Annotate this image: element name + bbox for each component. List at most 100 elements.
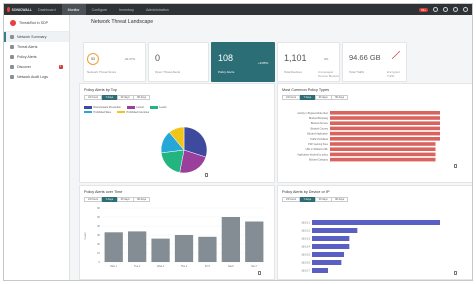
nav-tab-administration[interactable]: Administration <box>140 4 175 15</box>
category-label: 10.0.0.7 <box>301 270 310 273</box>
download-icon[interactable] <box>258 271 261 275</box>
kpi-open-threat-alerts[interactable]: 0 Open Threat Alerts <box>148 42 209 82</box>
settings-icon[interactable] <box>453 7 458 12</box>
product-icon <box>10 20 16 26</box>
bar[interactable] <box>330 157 436 162</box>
category-label: 10.0.0.5 <box>301 254 310 257</box>
pie-slice[interactable] <box>160 149 185 173</box>
category-label: Application blocked by policy <box>297 153 328 156</box>
bar[interactable] <box>330 137 440 141</box>
category-label: 10.0.0.2 <box>301 230 310 233</box>
device-bar-chart: 10.0.0.1 10.0.0.2 10.0.0.3 10.0.0.4 10.0.0.5… <box>301 220 440 273</box>
help-icon[interactable] <box>443 7 448 12</box>
kpi-total-devices[interactable]: 1,101 Total Devices 0% Unmanaged Devices… <box>277 42 340 82</box>
bar[interactable] <box>151 238 170 262</box>
bar[interactable] <box>312 260 342 265</box>
y-tick-label: 10 <box>97 251 100 255</box>
summary-icon <box>10 35 14 39</box>
bar[interactable] <box>312 244 350 249</box>
category-label: Traffic Prohibited <box>310 138 329 141</box>
bar[interactable] <box>174 235 194 262</box>
bar[interactable] <box>128 231 147 262</box>
nav-tab-monitor[interactable]: Monitor <box>61 4 86 15</box>
bar[interactable] <box>245 221 264 263</box>
x-tick-label: Thu 4 <box>181 265 188 268</box>
x-tick-label: Sat 6 <box>228 265 234 268</box>
logs-icon <box>10 75 14 79</box>
kpi-trend: 0% <box>324 57 329 61</box>
kpi-trend: -40.47% <box>124 57 136 61</box>
bar[interactable] <box>312 236 350 241</box>
bar[interactable] <box>312 268 328 273</box>
category-label: P2P, Gaming Sites <box>308 143 329 146</box>
panel-policy-alerts-by-device: Policy Alerts by Device or IP 24 hours 7 … <box>277 185 472 280</box>
alert-count-badge[interactable]: 99+ <box>419 7 428 12</box>
nav-tab-inventory[interactable]: Inventory <box>113 4 140 15</box>
bar[interactable] <box>330 142 436 146</box>
sidebar-item-network-summary[interactable]: Network Summary <box>4 32 69 42</box>
kpi-policy-alerts[interactable]: 108 Policy Alerts +9.85% <box>211 42 275 82</box>
panel-most-common-policy-types: Most Common Policy Types 24 hours 7 days 3… <box>277 83 472 183</box>
sidebar-item-badge: 1 <box>58 65 63 69</box>
bar[interactable] <box>330 111 440 115</box>
sidebar-header-label: Threat/Bot in SDP <box>19 21 48 25</box>
bar[interactable] <box>330 131 440 136</box>
logo-icon <box>7 7 10 12</box>
logo-text: SONICWALL <box>11 7 32 12</box>
bar[interactable] <box>330 121 440 125</box>
nav-tab-configure[interactable]: Configure <box>86 4 114 15</box>
bar[interactable] <box>104 232 123 262</box>
category-label: Blocked Category <box>309 159 329 162</box>
category-label: Blocked Browsing <box>309 117 329 120</box>
time-bar-chart: Count 0 10 20 30 40 50 60 Mon 1 Tue 2 Wed 3 Thu 4 Fr… <box>83 206 266 268</box>
download-icon[interactable] <box>454 164 457 168</box>
sidebar-item-label: Discover <box>17 65 31 69</box>
category-label: 10.0.0.6 <box>301 262 310 265</box>
violations-bar-chart: Activity in Bypass Mode Alert Blocked Bro… <box>297 111 440 162</box>
kpi-total-traffic[interactable]: 94.66 GB Total Traffic Encrypted Traffic <box>342 42 407 82</box>
user-icon[interactable] <box>463 7 468 12</box>
bar[interactable] <box>330 147 436 151</box>
top-nav-bar: SONICWALL Dashboard Monitor Configure Inven… <box>4 4 472 15</box>
category-label: 10.0.0.1 <box>301 222 310 225</box>
page-title: Network Threat Landscape <box>91 19 154 25</box>
bar[interactable] <box>330 152 436 157</box>
kpi-threat-score[interactable]: 53 Network Threat Score -40.47% <box>83 42 146 82</box>
sidebar-item-policy-alerts[interactable]: Policy Alerts <box>4 52 69 62</box>
kpi-value: 1,101 <box>284 53 307 63</box>
download-icon[interactable] <box>205 173 208 177</box>
top-icons: 99+ <box>419 7 472 12</box>
bar[interactable] <box>221 217 240 262</box>
policy-icon <box>10 55 14 59</box>
bar[interactable] <box>312 220 440 225</box>
kpi-label: Open Threat Alerts <box>155 70 181 74</box>
bar[interactable] <box>312 228 358 233</box>
kpi-trend-label: Unmanaged Devices Blocked <box>318 70 339 78</box>
bar[interactable] <box>330 116 440 120</box>
x-tick-label: Fri 5 <box>205 265 210 268</box>
sidebar-items: Network Summary Threat Alerts Policy Alert… <box>4 32 69 82</box>
sidebar-item-threat-alerts[interactable]: Threat Alerts <box>4 42 69 52</box>
download-icon[interactable] <box>454 271 457 275</box>
category-label: 10.0.0.4 <box>301 246 310 249</box>
sidebar-item-label: Network Audit Logs <box>17 75 48 79</box>
category-label: Blocked Country <box>310 127 328 130</box>
nav-tab-dashboard[interactable]: Dashboard <box>32 4 62 15</box>
brand-logo[interactable]: SONICWALL <box>4 4 32 15</box>
x-tick-label: Mon 1 <box>110 265 117 268</box>
kpi-value: 53 <box>91 57 95 61</box>
sidebar-item-network-audit-logs[interactable]: Network Audit Logs <box>4 72 69 82</box>
y-tick-label: 50 <box>97 215 100 219</box>
sidebar-item-discover[interactable]: Discover 1 <box>4 62 69 72</box>
category-label: Activity in Bypass Mode Alert <box>297 112 328 115</box>
sidebar-header[interactable]: Threat/Bot in SDP <box>4 15 69 32</box>
bar[interactable] <box>312 252 344 257</box>
bar[interactable] <box>198 236 217 262</box>
x-tick-label: Tue 2 <box>134 265 141 268</box>
bell-icon[interactable] <box>433 7 438 12</box>
y-tick-label: 40 <box>97 224 100 228</box>
x-tick-label: Sun 7 <box>251 265 258 268</box>
bar[interactable] <box>330 126 440 131</box>
pie-chart <box>160 126 208 174</box>
kpi-label: Total Traffic <box>349 70 365 74</box>
